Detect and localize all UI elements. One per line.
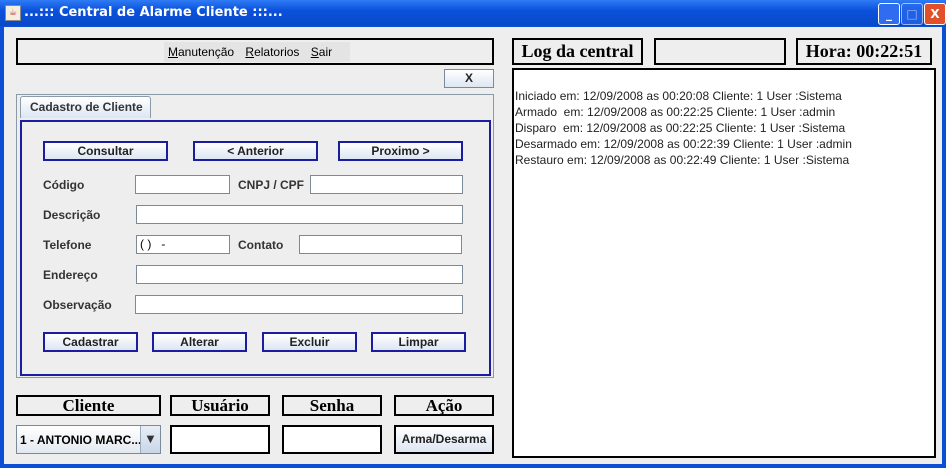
menu-relatorios[interactable]: Relatorios	[245, 42, 299, 62]
menu-sair[interactable]: Sair	[311, 42, 332, 62]
window-content: Manutenção Relatorios Sair X Cadastro de…	[4, 27, 942, 464]
log-line: Armado em: 12/09/2008 as 00:22:25 Client…	[515, 105, 836, 119]
contato-field[interactable]	[299, 235, 462, 254]
codigo-field[interactable]	[135, 175, 230, 194]
arma-desarma-button[interactable]: Arma/Desarma	[394, 425, 494, 454]
maximize-button[interactable]: □	[901, 3, 923, 25]
contato-label: Contato	[238, 238, 284, 252]
menu-bar: Manutenção Relatorios Sair	[16, 38, 494, 65]
close-panel-button[interactable]: X	[444, 69, 494, 88]
log-area[interactable]: Iniciado em: 12/09/2008 as 00:20:08 Clie…	[512, 68, 936, 458]
descricao-label: Descrição	[43, 208, 101, 222]
window-title: ...::: Central de Alarme Cliente :::...	[24, 5, 283, 20]
telefone-label: Telefone	[43, 238, 92, 252]
status-box	[654, 38, 786, 65]
menu-manutencao[interactable]: Manutenção	[168, 42, 234, 62]
usuario-heading: Usuário	[170, 395, 270, 416]
cadastrar-button[interactable]: Cadastrar	[43, 332, 138, 352]
log-title: Log da central	[512, 38, 643, 65]
cliente-combobox[interactable]: 1 - ANTONIO MARC... ▼	[16, 425, 161, 454]
cliente-heading: Cliente	[16, 395, 161, 416]
cliente-selected: 1 - ANTONIO MARC...	[20, 433, 142, 447]
proximo-button[interactable]: Proximo >	[338, 141, 463, 161]
consultar-button[interactable]: Consultar	[43, 141, 168, 161]
alterar-button[interactable]: Alterar	[152, 332, 247, 352]
observacao-label: Observação	[43, 298, 112, 312]
limpar-button[interactable]: Limpar	[371, 332, 466, 352]
log-line: Iniciado em: 12/09/2008 as 00:20:08 Clie…	[515, 89, 842, 103]
cnpj-label: CNPJ / CPF	[238, 178, 305, 192]
chevron-down-icon[interactable]: ▼	[140, 426, 160, 453]
usuario-field[interactable]	[170, 425, 270, 454]
anterior-button[interactable]: < Anterior	[193, 141, 318, 161]
minimize-button[interactable]: _	[878, 3, 900, 25]
codigo-label: Código	[43, 178, 85, 192]
log-line: Restauro em: 12/09/2008 as 00:22:49 Clie…	[515, 153, 850, 167]
observacao-field[interactable]	[135, 295, 463, 314]
telefone-field[interactable]: ( ) -	[136, 235, 230, 254]
senha-field[interactable]	[282, 425, 382, 454]
acao-heading: Ação	[394, 395, 494, 416]
cnpj-field[interactable]	[310, 175, 463, 194]
clock: Hora: 00:22:51	[796, 38, 932, 65]
close-button[interactable]: X	[924, 3, 946, 25]
app-window: ☕ ...::: Central de Alarme Cliente :::..…	[0, 0, 946, 468]
java-icon: ☕	[5, 5, 21, 21]
senha-heading: Senha	[282, 395, 382, 416]
log-line: Desarmado em: 12/09/2008 as 00:22:39 Cli…	[515, 137, 852, 151]
tab-cadastro-de-cliente[interactable]: Cadastro de Cliente	[20, 96, 151, 118]
endereco-field[interactable]	[136, 265, 463, 284]
log-line: Disparo em: 12/09/2008 as 00:22:25 Clien…	[515, 121, 846, 135]
excluir-button[interactable]: Excluir	[262, 332, 357, 352]
descricao-field[interactable]	[136, 205, 463, 224]
title-bar[interactable]: ☕ ...::: Central de Alarme Cliente :::..…	[0, 0, 946, 26]
endereco-label: Endereço	[43, 268, 98, 282]
